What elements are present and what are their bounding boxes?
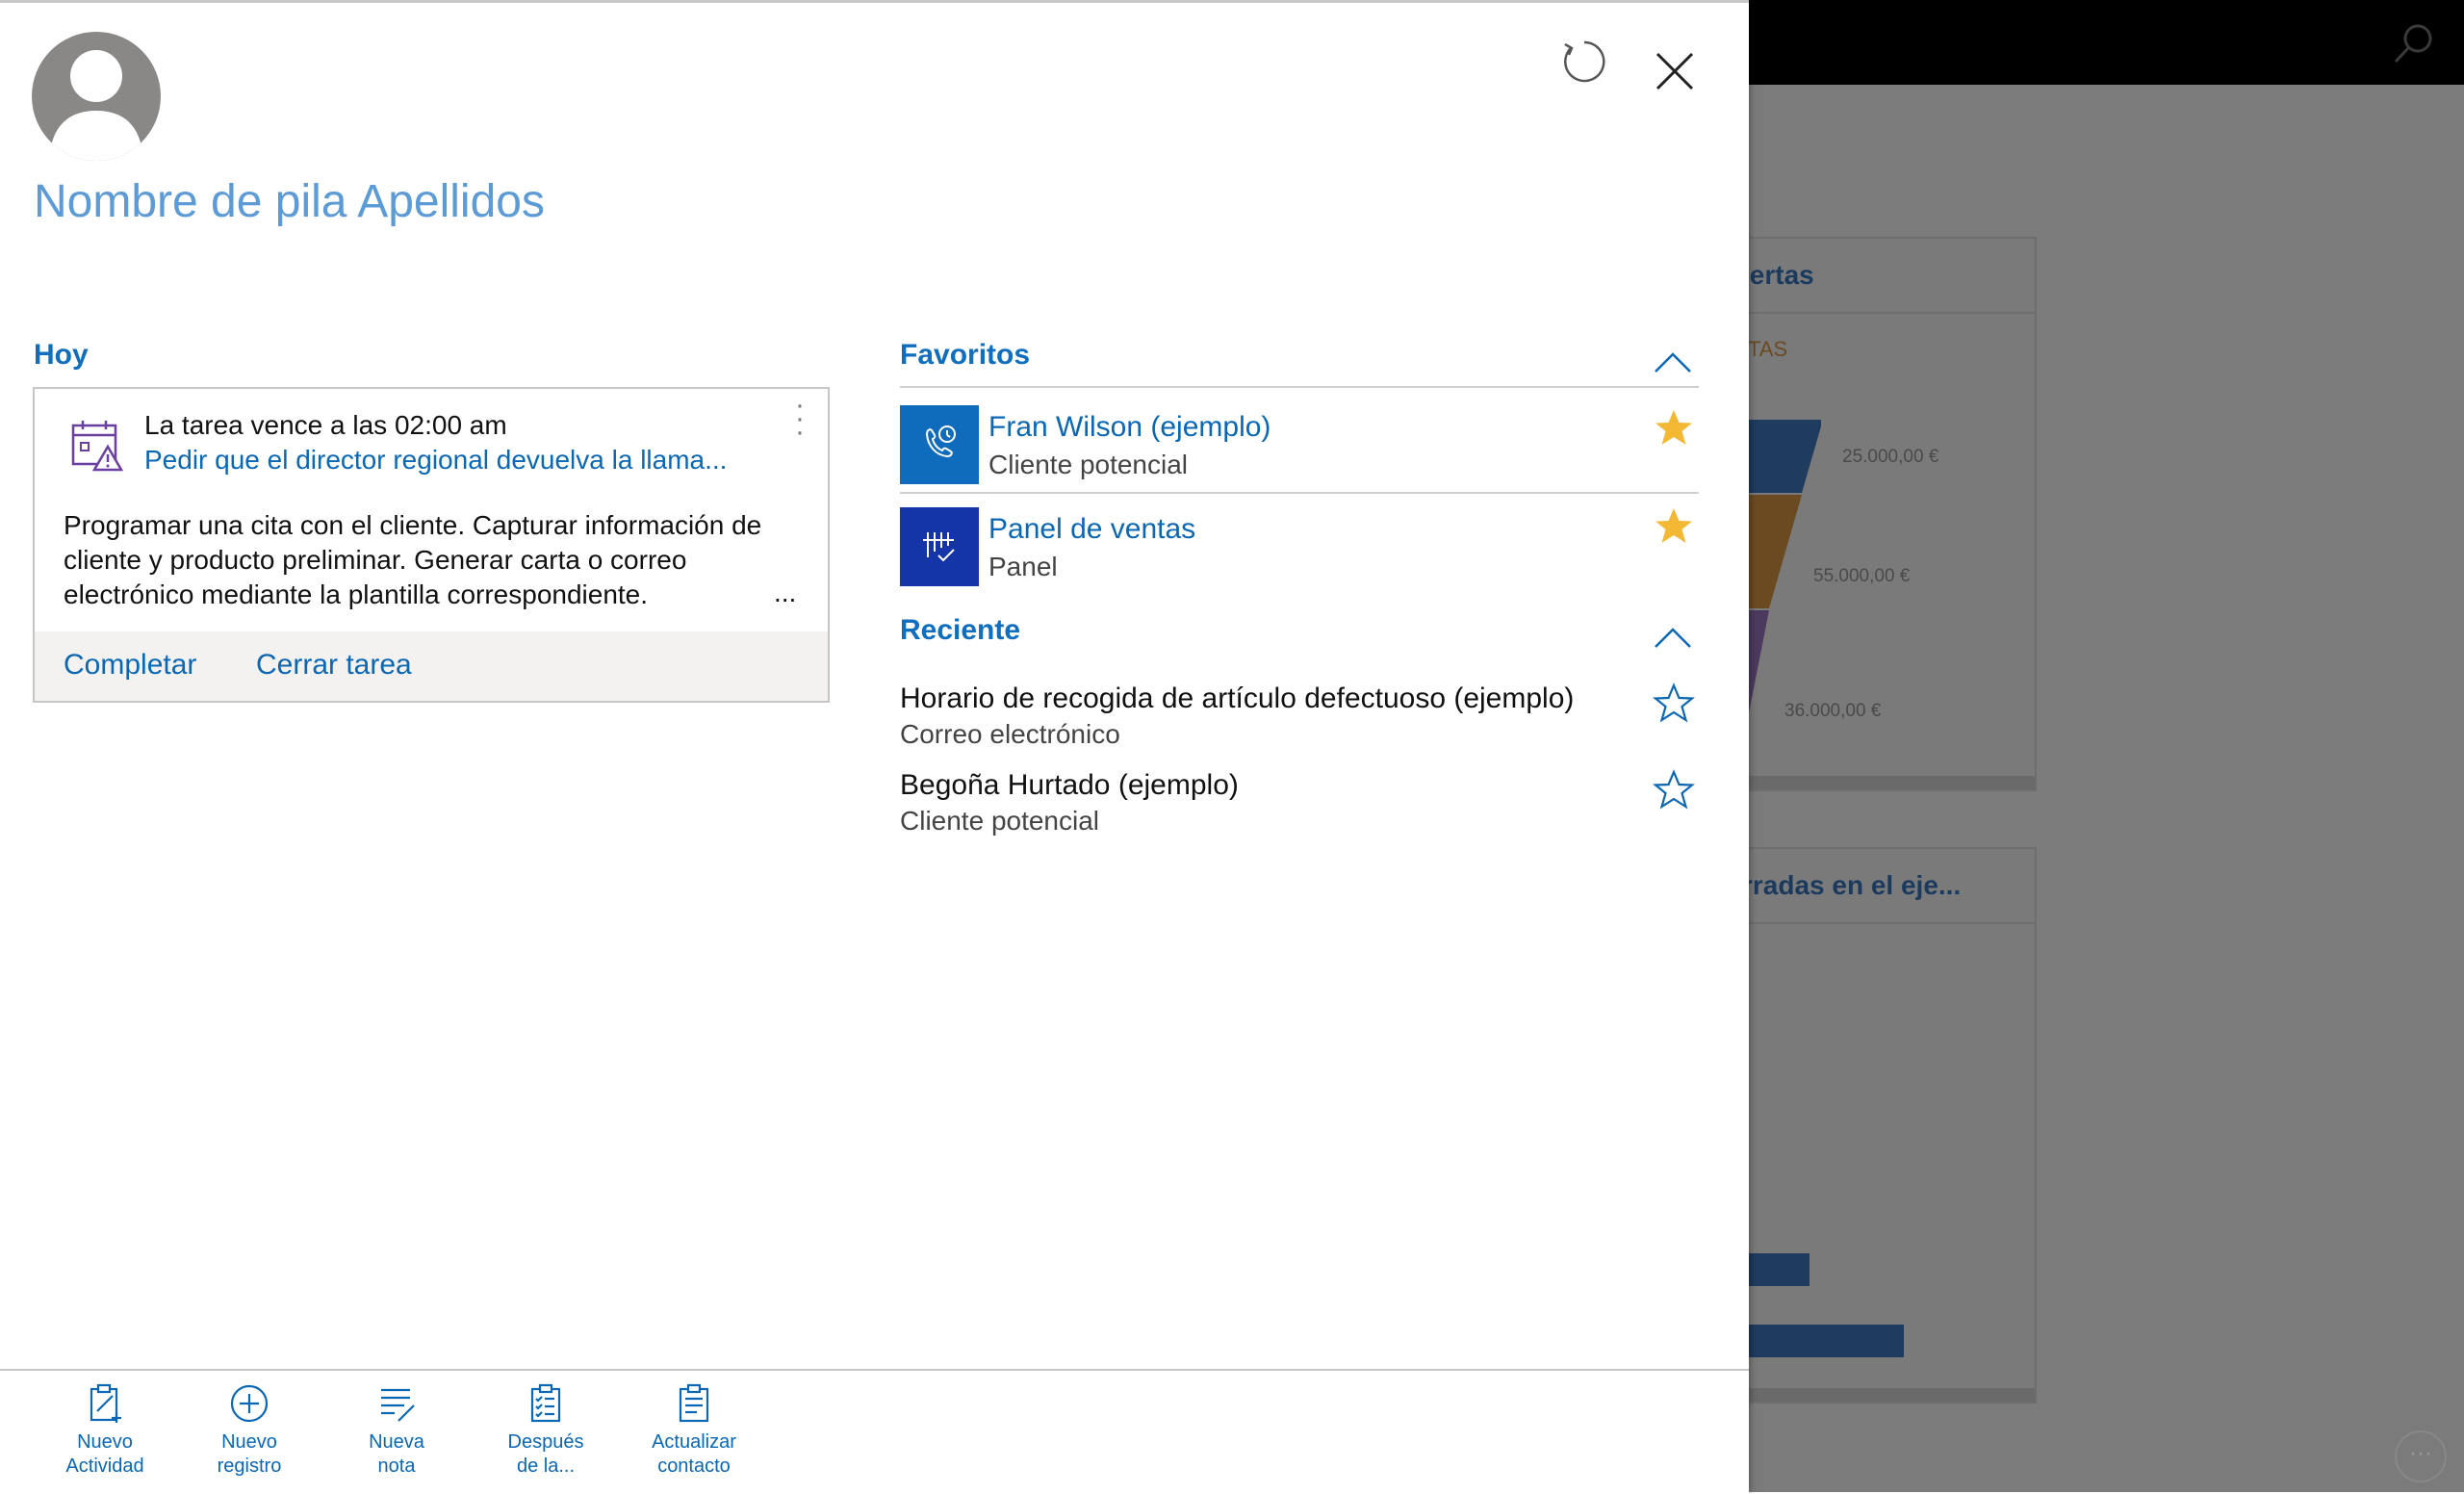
close-task-button[interactable]: Cerrar tarea — [256, 649, 412, 682]
favorite-item[interactable]: Fran Wilson (ejemplo) Cliente potencial — [900, 405, 1699, 498]
more-vertical-icon[interactable]: · · · — [785, 391, 814, 447]
section-title-today: Hoy — [34, 339, 89, 371]
new-record-button[interactable]: Nuevo registro — [187, 1382, 312, 1479]
favorite-subtitle: Panel — [988, 552, 1058, 581]
command-label: de la... — [516, 1455, 576, 1477]
star-filled-icon[interactable] — [1653, 505, 1695, 548]
recent-item[interactable]: Begoña Hurtado (ejemplo) Cliente potenci… — [900, 769, 1699, 846]
update-contact-button[interactable]: Actualizar contacto — [631, 1382, 757, 1479]
avatar — [32, 32, 161, 161]
command-label: Nuevo — [221, 1431, 277, 1453]
contact-panel: Nombre de pila Apellidos Hoy La tarea ve… — [0, 0, 1749, 1494]
command-label: Nuevo — [77, 1431, 133, 1453]
command-label: registro — [217, 1455, 282, 1477]
panel-top-border — [0, 0, 1749, 3]
divider — [900, 386, 1699, 388]
recent-subtitle: Cliente potencial — [900, 806, 1100, 836]
command-label: nota — [377, 1455, 416, 1477]
dashboard-icon — [900, 507, 979, 586]
favorite-title[interactable]: Fran Wilson (ejemplo) — [988, 411, 1270, 444]
divider — [900, 492, 1699, 494]
phone-contact-icon — [900, 405, 979, 484]
background-card-footer — [1706, 776, 2035, 789]
star-outline-icon[interactable] — [1653, 769, 1695, 811]
new-activity-icon — [90, 1383, 121, 1423]
section-title-recent: Reciente — [900, 614, 1021, 646]
task-overdue-icon — [71, 421, 123, 472]
clipboard-icon — [679, 1383, 709, 1423]
command-label: Actividad — [65, 1455, 144, 1477]
command-label: Actualizar — [652, 1431, 736, 1453]
recent-title[interactable]: Begoña Hurtado (ejemplo) — [900, 769, 1239, 802]
task-expand-ellipsis[interactable]: ... — [774, 578, 796, 608]
recent-subtitle: Correo electrónico — [900, 719, 1120, 749]
note-icon — [381, 1388, 415, 1422]
funnel-label: 55.000,00 € — [1813, 566, 1911, 586]
person-icon — [49, 50, 143, 161]
funnel-label: 25.000,00 € — [1842, 447, 1939, 467]
command-label: contacto — [657, 1455, 731, 1477]
checklist-icon — [530, 1383, 561, 1423]
more-options-button[interactable]: ··· — [2395, 1430, 2447, 1482]
favorite-title[interactable]: Panel de ventas — [988, 513, 1195, 546]
task-card[interactable]: La tarea vence a las 02:00 am Pedir que … — [33, 387, 830, 703]
close-icon[interactable] — [1648, 44, 1702, 98]
section-title-favorites: Favoritos — [900, 339, 1031, 371]
task-due-text: La tarea vence a las 02:00 am — [144, 410, 507, 440]
task-actions-bar: Completar Cerrar tarea — [35, 631, 828, 701]
task-subject-link[interactable]: Pedir que el director regional devuelva … — [144, 445, 727, 476]
background-card-bars: rradas en el eje... — [1704, 847, 2037, 1404]
complete-task-button[interactable]: Completar — [64, 649, 196, 682]
recent-title[interactable]: Horario de recogida de artículo defectuo… — [900, 683, 1574, 715]
background-card-funnel: iertas TAS 25.000,00 € 55.000,00 € 36.00… — [1704, 237, 2037, 791]
funnel-label: 36.000,00 € — [1784, 701, 1882, 721]
background-card-title: iertas — [1706, 239, 2035, 314]
star-outline-icon[interactable] — [1653, 683, 1695, 725]
refresh-icon[interactable] — [1555, 35, 1609, 89]
background-card-title: rradas en el eje... — [1706, 849, 2035, 924]
star-filled-icon[interactable] — [1653, 407, 1695, 450]
chevron-up-icon[interactable] — [1652, 624, 1694, 651]
search-icon[interactable] — [2391, 21, 2437, 67]
favorite-subtitle: Cliente potencial — [988, 450, 1189, 479]
task-description: Programar una cita con el cliente. Captu… — [64, 510, 762, 609]
contact-name: Nombre de pila Apellidos — [34, 176, 545, 227]
new-activity-button[interactable]: Nuevo Actividad — [42, 1382, 167, 1479]
recent-item[interactable]: Horario de recogida de artículo defectuo… — [900, 683, 1699, 760]
command-label: Nueva — [369, 1431, 424, 1453]
command-bar: Nuevo Actividad Nuevo registro Nueva nota — [0, 1369, 1749, 1494]
new-note-button[interactable]: Nueva nota — [334, 1382, 459, 1479]
background-card-footer — [1706, 1388, 2035, 1402]
plus-circle-icon — [230, 1384, 269, 1423]
command-label: Después — [507, 1431, 584, 1453]
chevron-up-icon[interactable] — [1652, 348, 1694, 375]
favorite-item[interactable]: Panel de ventas Panel — [900, 507, 1699, 600]
background-card-subtitle: TAS — [1748, 337, 1788, 361]
after-call-button[interactable]: Después de la... — [483, 1382, 608, 1479]
